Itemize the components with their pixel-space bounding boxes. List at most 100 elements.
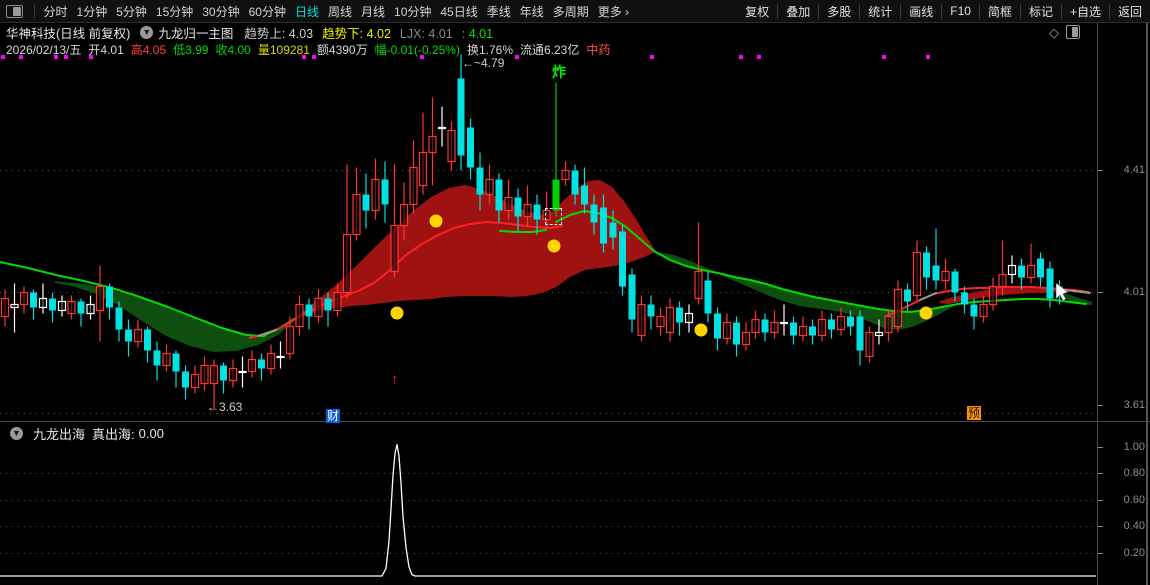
period-tab-日线[interactable]: 日线 [290,3,323,20]
candle[interactable] [190,373,200,389]
candle[interactable] [305,304,313,317]
period-tab-15分钟[interactable]: 15分钟 [151,3,197,20]
collapse-chevron-icon[interactable]: ▼ [10,427,23,440]
period-tab-45日线[interactable]: 45日线 [436,3,482,20]
candle[interactable] [467,127,474,168]
candle[interactable] [647,304,655,317]
candle[interactable] [714,313,721,339]
panel-separator[interactable] [0,421,1150,422]
candle[interactable] [571,170,579,195]
candle[interactable] [57,300,67,312]
toolbar-button-标记[interactable]: 标记 [1021,3,1061,20]
candle[interactable] [836,315,846,331]
candle[interactable] [390,224,399,273]
collapse-chevron-icon[interactable]: ▼ [140,25,154,39]
toolbar-button-统计[interactable]: 统计 [860,3,900,20]
candle[interactable] [1007,264,1017,276]
candle[interactable] [457,78,465,156]
candle[interactable] [951,271,959,293]
candle[interactable] [590,204,598,223]
candle[interactable] [228,367,238,382]
candle[interactable] [399,203,409,227]
candle[interactable] [125,329,132,342]
toolbar-button-+自选[interactable]: +自选 [1062,3,1109,20]
candle[interactable] [209,364,219,385]
candle[interactable] [941,270,950,282]
candle[interactable] [295,303,304,328]
candle[interactable] [514,197,522,217]
candle[interactable] [561,169,570,181]
period-tab-分时[interactable]: 分时 [39,3,72,20]
candle[interactable] [865,331,874,358]
candle[interactable] [665,306,675,334]
candle[interactable] [809,326,816,336]
period-tab-月线[interactable]: 月线 [357,3,390,20]
candle[interactable] [49,298,56,311]
candle[interactable] [418,151,428,187]
period-tab-30分钟[interactable]: 30分钟 [198,3,244,20]
candle[interactable] [504,196,513,212]
candle[interactable] [115,307,123,330]
candle[interactable] [172,353,180,372]
candle[interactable] [817,318,827,337]
candle[interactable] [798,325,808,337]
candle[interactable] [619,231,626,287]
panel-toggle-icon[interactable] [1066,25,1080,39]
period-tab-更多 ›[interactable]: 更多 › [593,3,633,20]
candle[interactable] [495,179,503,211]
toolbar-button-多股[interactable]: 多股 [819,3,859,20]
candle[interactable] [1026,264,1036,279]
candle[interactable] [600,207,607,244]
period-tab-周线[interactable]: 周线 [323,3,356,20]
toolbar-button-复权[interactable]: 复权 [737,3,777,20]
candle[interactable] [704,280,712,314]
sub-indicator-title[interactable]: 九龙出海 [33,424,85,443]
toolbar-button-叠加[interactable]: 叠加 [778,3,818,20]
candle[interactable] [1037,258,1044,278]
candle[interactable] [381,179,389,205]
candle[interactable] [285,325,295,355]
candle[interactable] [932,265,940,281]
period-tab-10分钟[interactable]: 10分钟 [390,3,436,20]
candle[interactable] [247,358,257,373]
candle[interactable] [333,291,342,312]
candle[interactable] [352,193,361,236]
candle[interactable] [751,318,760,334]
candle[interactable] [779,321,789,325]
candle[interactable] [133,328,143,343]
window-split-icon[interactable] [6,4,23,18]
candle[interactable] [95,285,105,312]
candle[interactable] [162,352,171,367]
candle[interactable] [362,194,370,211]
candle[interactable] [153,350,161,366]
candle[interactable] [38,297,48,309]
candle[interactable] [19,291,29,306]
candle[interactable] [552,179,560,211]
candle[interactable] [923,252,930,278]
candle[interactable] [761,319,769,333]
candle[interactable] [676,307,683,323]
candle[interactable] [656,315,665,328]
toolbar-button-F10[interactable]: F10 [942,4,979,18]
candle[interactable] [1018,265,1025,278]
candle[interactable] [904,289,911,302]
candle[interactable] [912,251,922,297]
candle[interactable] [1046,268,1054,299]
candle[interactable] [970,304,978,317]
candle[interactable] [533,204,541,220]
period-tab-5分钟[interactable]: 5分钟 [112,3,152,20]
candle[interactable] [637,303,646,337]
candle[interactable] [884,315,893,334]
candle[interactable] [628,274,636,320]
candle[interactable] [409,166,418,206]
candle[interactable] [722,321,732,340]
candle[interactable] [314,297,323,318]
candle[interactable] [828,319,835,330]
candle[interactable] [10,303,19,309]
candle[interactable] [144,329,151,351]
period-tab-年线[interactable]: 年线 [515,3,548,20]
candle[interactable] [893,288,903,328]
candle[interactable] [733,322,740,345]
candle[interactable] [182,371,189,388]
diamond-icon[interactable]: ◇ [1049,26,1059,39]
